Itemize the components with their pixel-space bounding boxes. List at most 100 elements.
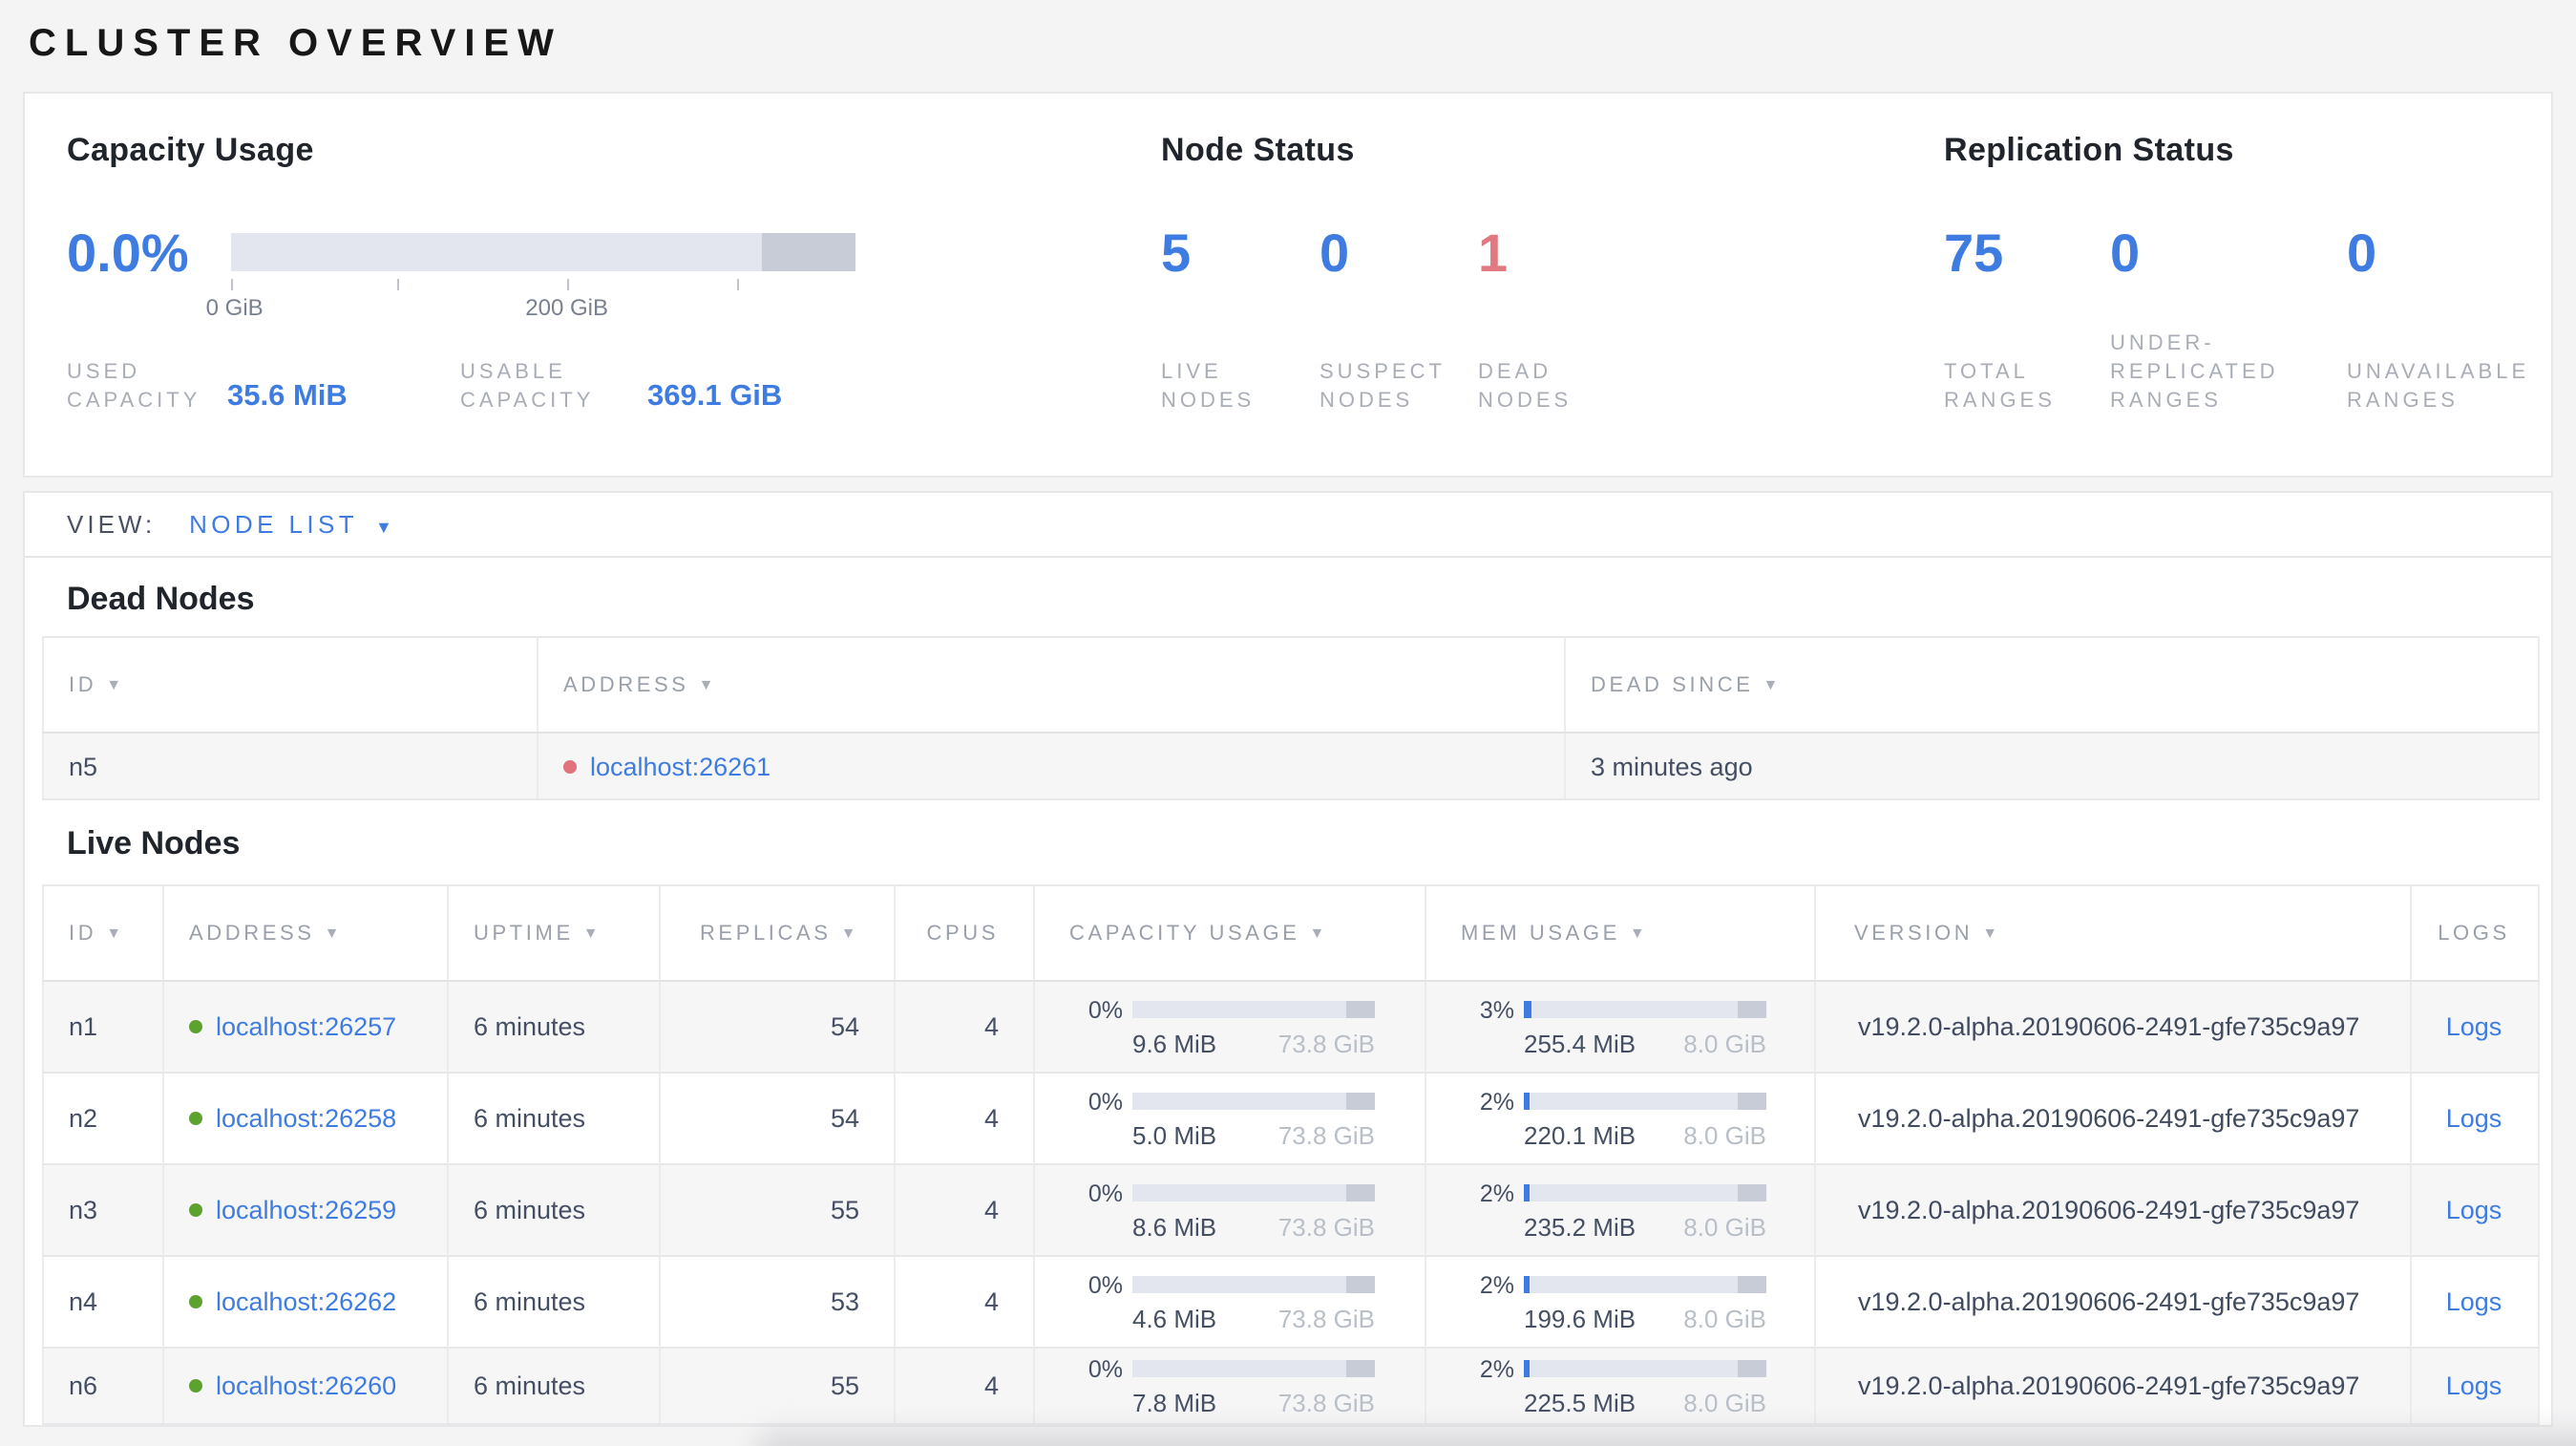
version-cell: v19.2.0-alpha.20190606-2491-gfe735c9a97 [1815,1073,2412,1165]
page-title: CLUSTER OVERVIEW [29,23,562,65]
logs-link[interactable]: Logs [2446,1012,2502,1041]
mem-total: 8.0 GiB [1683,1029,1766,1057]
unavailable-ranges-label: UNAVAILABLE RANGES [2347,361,2530,413]
capacity-usage-title: Capacity Usage [67,132,314,168]
capacity-percent: 0.0% [67,223,189,283]
capacity-usage-cell: 0% 4.6 MiB 73.8 GiB [1034,1256,1426,1349]
total-ranges-count: 75 [1944,223,2004,283]
mem-usage-cell: 2% 225.5 MiB 8.0 GiB [1425,1348,1816,1425]
node-address-cell: localhost:26262 [163,1256,449,1349]
live-nodes-table: ID ▼ ADDRESS ▼ UPTIME ▼ REPLICAS ▼ CPUS CAPA… [42,884,2540,1425]
uptime-cell: 6 minutes [448,1164,661,1257]
dead-sort-address[interactable]: ADDRESS ▼ [538,636,1566,734]
logs-cell: Logs [2411,1164,2540,1257]
suspect-nodes-count: 0 [1320,223,1350,283]
live-sort-mem[interactable]: MEM USAGE ▼ [1425,884,1816,982]
mem-used: 255.4 MiB [1524,1029,1636,1057]
axis-tick [566,279,569,290]
live-sort-capacity[interactable]: CAPACITY USAGE ▼ [1034,884,1426,982]
capacity-mini-bar [1132,1276,1375,1293]
total-ranges-stat: 75 TOTAL RANGES [1944,223,2110,416]
capacity-bar-unusable-segment [761,233,855,271]
live-status-dot-icon [189,1112,202,1125]
node-address-cell: localhost:26261 [538,733,1566,800]
capacity-total: 73.8 GiB [1277,1388,1375,1416]
capacity-used: 4.6 MiB [1132,1304,1217,1332]
node-status-stats: 5 LIVE NODES 0 SUSPECT NODES 1 DEAD NODE… [1161,223,1636,416]
node-address-link[interactable]: localhost:26258 [216,1104,396,1133]
bottom-shadow [754,1431,2576,1446]
dead-sort-id[interactable]: ID ▼ [42,636,538,734]
usable-capacity-label: USABLE CAPACITY [460,361,595,413]
sort-arrow-icon: ▼ [106,924,125,941]
node-address-link[interactable]: localhost:26262 [216,1287,396,1316]
node-id-cell: n6 [42,1348,164,1425]
cpus-cell: 4 [895,1256,1035,1349]
usable-capacity-value: 369.1 GiB [647,380,783,413]
cpus-cell: 4 [895,1348,1035,1425]
logs-link[interactable]: Logs [2446,1287,2502,1316]
capacity-mini-bar [1132,1001,1375,1018]
sort-arrow-icon: ▼ [1763,675,1782,692]
logs-link[interactable]: Logs [2446,1104,2502,1133]
live-status-dot-icon [189,1020,202,1033]
live-sort-replicas[interactable]: REPLICAS ▼ [660,884,896,982]
node-list-section: VIEW: NODE LIST ▼ Dead Nodes ID ▼ ADDRESS ▼… [23,491,2553,1427]
node-status-title: Node Status [1161,132,1355,168]
replication-status-title: Replication Status [1944,132,2234,168]
live-sort-uptime[interactable]: UPTIME ▼ [448,884,661,982]
axis-tick [230,279,233,290]
dead-sort-dead-since[interactable]: DEAD SINCE ▼ [1565,636,2540,734]
capacity-usage-cell: 0% 8.6 MiB 73.8 GiB [1034,1164,1426,1257]
uptime-cell: 6 minutes [448,1256,661,1349]
live-sort-id[interactable]: ID ▼ [42,884,164,982]
live-status-dot-icon [189,1295,202,1308]
logs-cell: Logs [2411,1256,2540,1349]
dead-nodes-heading: Dead Nodes [67,581,255,617]
version-cell: v19.2.0-alpha.20190606-2491-gfe735c9a97 [1815,1164,2412,1257]
mem-used: 199.6 MiB [1524,1304,1636,1332]
live-col-cpus: CPUS [895,884,1035,982]
chevron-down-icon: ▼ [375,518,392,537]
dead-since-cell: 3 minutes ago [1565,733,2540,800]
cpus-cell: 4 [895,1164,1035,1257]
cpus-cell: 4 [895,1073,1035,1165]
capacity-usage-cell: 0% 5.0 MiB 73.8 GiB [1034,1073,1426,1165]
uptime-cell: 6 minutes [448,1348,661,1425]
axis-tick-label: 0 GiB [205,294,264,321]
mem-total: 8.0 GiB [1683,1120,1766,1149]
suspect-nodes-stat: 0 SUSPECT NODES [1320,223,1478,416]
mem-mini-bar [1524,1360,1766,1377]
capacity-used: 7.8 MiB [1132,1388,1217,1416]
axis-tick [736,279,739,290]
dead-nodes-table: ID ▼ ADDRESS ▼ DEAD SINCE ▼ n5 localhost:26… [42,636,2540,800]
suspect-nodes-label: SUSPECT NODES [1320,361,1446,413]
replicas-cell: 53 [660,1256,896,1349]
mem-used: 225.5 MiB [1524,1388,1636,1416]
node-address-link[interactable]: localhost:26261 [590,752,771,780]
node-id-cell: n2 [42,1073,164,1165]
mem-mini-bar [1524,1001,1766,1018]
live-sort-address[interactable]: ADDRESS ▼ [163,884,449,982]
sort-arrow-icon: ▼ [1629,924,1649,941]
live-nodes-stat: 5 LIVE NODES [1161,223,1320,416]
node-address-link[interactable]: localhost:26260 [216,1372,396,1400]
cluster-summary-card: Capacity Usage 0.0% 0 GiB 200 GiB USED C… [23,92,2553,478]
live-sort-version[interactable]: VERSION ▼ [1815,884,2412,982]
under-replicated-stat: 0 UNDER-REPLICATED RANGES [2110,223,2347,416]
live-col-logs: LOGS [2411,884,2540,982]
replicas-cell: 55 [660,1164,896,1257]
node-id-cell: n3 [42,1164,164,1257]
capacity-mini-bar [1132,1093,1375,1110]
cpus-cell: 4 [895,981,1035,1074]
live-nodes-header-row: ID ▼ ADDRESS ▼ UPTIME ▼ REPLICAS ▼ CPUS CAPA… [42,884,2540,982]
logs-link[interactable]: Logs [2446,1196,2502,1224]
logs-link[interactable]: Logs [2446,1372,2502,1400]
capacity-mini-bar [1132,1184,1375,1201]
node-id-cell: n5 [42,733,538,800]
node-address-link[interactable]: localhost:26257 [216,1012,396,1041]
capacity-mini-bar [1132,1360,1375,1377]
live-node-row: n2 localhost:26258 6 minutes 54 4 0% 5.0… [42,1073,2540,1165]
node-list-dropdown[interactable]: NODE LIST ▼ [189,510,392,539]
node-address-link[interactable]: localhost:26259 [216,1196,396,1224]
